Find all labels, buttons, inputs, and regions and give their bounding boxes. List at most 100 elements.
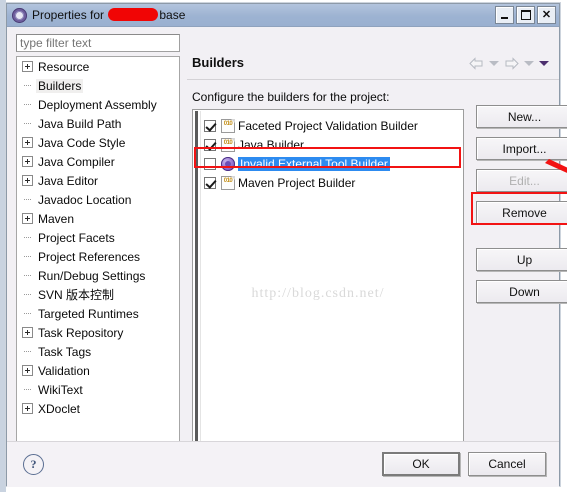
builder-label: Java Builder	[238, 137, 305, 152]
tree-item[interactable]: Java Compiler	[17, 152, 179, 171]
minimize-button[interactable]	[495, 6, 514, 24]
expand-plus-icon[interactable]	[22, 403, 33, 414]
footer-buttons: OK Cancel	[382, 452, 546, 476]
tree-item-label: Java Build Path	[38, 116, 122, 131]
tree-item[interactable]: Run/Debug Settings	[17, 266, 179, 285]
tree-leaf-icon	[22, 232, 33, 243]
tree-item-label: Project Facets	[38, 230, 115, 245]
forward-arrow-icon[interactable]	[504, 57, 519, 70]
back-arrow-icon[interactable]	[469, 57, 484, 70]
tree-item[interactable]: Deployment Assembly	[17, 95, 179, 114]
builder-label: Invalid External Tool Builder	[238, 156, 390, 171]
tree-item-label: Resource	[38, 59, 90, 74]
tree-item-label: SVN 版本控制	[38, 288, 115, 302]
tree-item-label: Task Repository	[38, 325, 124, 340]
tree-item[interactable]: Project Facets	[17, 228, 179, 247]
new-button[interactable]: New...	[476, 105, 567, 128]
invalid-builder-icon	[221, 156, 235, 171]
view-menu-caret-icon[interactable]	[539, 61, 549, 66]
tree-item-label: Validation	[38, 363, 90, 378]
tree-item[interactable]: WikiText	[17, 380, 179, 399]
close-button[interactable]: ✕	[537, 6, 556, 24]
maximize-button[interactable]	[516, 6, 535, 24]
tree-leaf-icon	[22, 384, 33, 395]
import-button[interactable]: Import...	[476, 137, 567, 160]
expand-plus-icon[interactable]	[22, 156, 33, 167]
tree-leaf-icon	[22, 251, 33, 262]
tree-item-builders[interactable]: Builders	[17, 76, 179, 95]
help-question-icon[interactable]: ?	[23, 454, 44, 475]
tree-item[interactable]: Resource	[17, 57, 179, 76]
tree-item-label: Java Editor	[38, 173, 99, 188]
expand-plus-icon[interactable]	[22, 137, 33, 148]
tree-item-label: Run/Debug Settings	[38, 268, 146, 283]
page-title: Builders	[192, 55, 245, 70]
dialog-title-suffix: base	[159, 8, 186, 22]
tree-item[interactable]: Task Repository	[17, 323, 179, 342]
builder-file-icon	[221, 175, 235, 190]
dialog-titlebar[interactable]: Properties for base ✕	[7, 4, 559, 27]
remove-button[interactable]: Remove	[476, 201, 567, 224]
builder-checkbox[interactable]	[204, 176, 216, 189]
dialog-footer: ? OK Cancel	[7, 441, 559, 487]
builder-row[interactable]: Faceted Project Validation Builder	[202, 116, 463, 135]
tree-item[interactable]: Javadoc Location	[17, 190, 179, 209]
builders-actions: New... Import... Edit... Remove Up Down	[471, 105, 567, 312]
title-separator	[187, 79, 559, 80]
settings-tree[interactable]: Resource Builders Deployment Assembly Ja…	[16, 56, 180, 461]
tree-item[interactable]: Task Tags	[17, 342, 179, 361]
builder-row[interactable]: Java Builder	[202, 135, 463, 154]
tree-item-label: Deployment Assembly	[38, 97, 157, 112]
page-content: Builders Configure the builders for the …	[187, 27, 567, 487]
builders-list[interactable]: Faceted Project Validation Builder Java …	[192, 109, 464, 464]
page-description: Configure the builders for the project:	[192, 90, 390, 104]
redaction-blob	[108, 8, 159, 21]
tree-item[interactable]: Maven	[17, 209, 179, 228]
builder-checkbox[interactable]	[204, 138, 216, 151]
watermark-text: http://blog.csdn.net/	[251, 286, 385, 301]
tree-item-label: Java Code Style	[38, 135, 126, 150]
tree-item[interactable]: Project References	[17, 247, 179, 266]
expand-plus-icon[interactable]	[22, 365, 33, 376]
search-input[interactable]	[16, 34, 180, 52]
edit-button: Edit...	[476, 169, 567, 192]
down-button[interactable]: Down	[476, 280, 567, 303]
expand-plus-icon[interactable]	[22, 175, 33, 186]
tree-leaf-icon	[22, 289, 33, 300]
builder-label: Faceted Project Validation Builder	[238, 118, 418, 133]
expand-plus-icon[interactable]	[22, 61, 33, 72]
tree-item-label: Builders	[36, 78, 84, 93]
builder-row[interactable]: Maven Project Builder	[202, 173, 463, 192]
tree-leaf-icon	[22, 80, 33, 91]
properties-dialog: Properties for base ✕ Resource	[6, 3, 567, 487]
desktop-background: Properties for base ✕ Resource	[0, 0, 567, 500]
back-menu-chevron-down-icon[interactable]	[489, 61, 499, 66]
tree-item[interactable]: Validation	[17, 361, 179, 380]
builder-row-invalid-external-tool[interactable]: Invalid External Tool Builder	[202, 154, 463, 173]
tree-item[interactable]: Java Code Style	[17, 133, 179, 152]
builder-label: Maven Project Builder	[238, 175, 356, 190]
tree-item-label: Targeted Runtimes	[38, 306, 139, 321]
tree-item-label: Java Compiler	[38, 154, 115, 169]
tree-item[interactable]: Java Editor	[17, 171, 179, 190]
up-button[interactable]: Up	[476, 248, 567, 271]
ok-button[interactable]: OK	[382, 452, 460, 476]
tree-item[interactable]: Targeted Runtimes	[17, 304, 179, 323]
builder-checkbox[interactable]	[204, 119, 216, 132]
expand-plus-icon[interactable]	[22, 213, 33, 224]
tree-item[interactable]: SVN 版本控制	[17, 285, 179, 304]
expand-plus-icon[interactable]	[22, 327, 33, 338]
cancel-button[interactable]: Cancel	[468, 452, 546, 476]
forward-menu-chevron-down-icon[interactable]	[524, 61, 534, 66]
window-controls: ✕	[495, 6, 556, 24]
tree-item[interactable]: Java Build Path	[17, 114, 179, 133]
dialog-title: Properties for base	[32, 8, 185, 22]
tree-item[interactable]: XDoclet	[17, 399, 179, 418]
tree-item-label: Javadoc Location	[38, 192, 132, 207]
dialog-body: Resource Builders Deployment Assembly Ja…	[7, 27, 567, 487]
eclipse-properties-icon	[12, 7, 27, 23]
dialog-title-prefix: Properties for	[32, 8, 105, 22]
builder-checkbox[interactable]	[204, 157, 216, 170]
builder-file-icon	[221, 118, 235, 133]
tree-item-label: Project References	[38, 249, 141, 264]
